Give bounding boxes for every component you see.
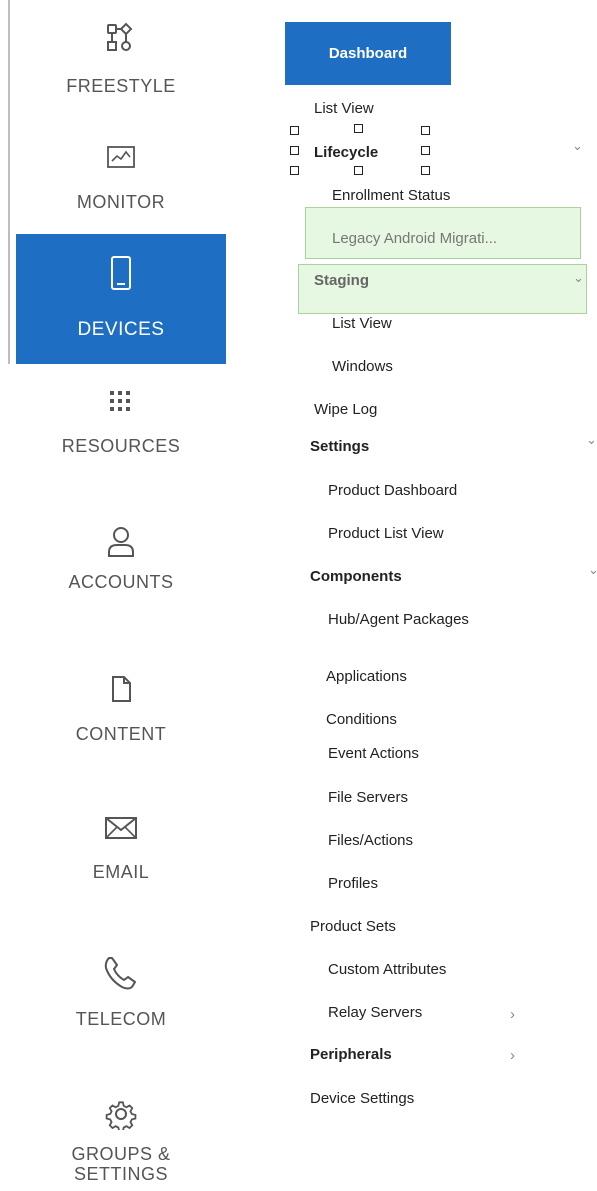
nav-list-view[interactable]: List View — [314, 100, 374, 117]
dashboard-button[interactable]: Dashboard — [285, 22, 451, 85]
chevron-down-icon[interactable]: ⌄ — [586, 432, 597, 448]
nav-files-actions[interactable]: Files/Actions — [328, 832, 413, 849]
nav-file-servers[interactable]: File Servers — [328, 789, 408, 806]
nav-device-settings[interactable]: Device Settings — [310, 1090, 414, 1107]
selection-handle[interactable] — [354, 166, 363, 175]
selection-handle[interactable] — [354, 124, 363, 133]
rail-label-groups-settings-line1: GROUPS & — [71, 1144, 171, 1164]
rail-item-content[interactable]: CONTENT — [16, 674, 226, 754]
nav-staging[interactable]: Staging — [314, 272, 369, 289]
nav-legacy-android-migration[interactable]: Legacy Android Migrati... — [332, 230, 497, 247]
rail-item-devices[interactable]: DEVICES — [16, 234, 226, 364]
resources-icon — [110, 391, 130, 411]
nav-custom-attributes[interactable]: Custom Attributes — [328, 961, 446, 978]
chevron-right-icon[interactable]: › — [510, 1047, 515, 1064]
rail-label-freestyle: FREESTYLE — [66, 76, 176, 96]
monitor-icon — [107, 146, 135, 168]
selection-handle[interactable] — [290, 126, 299, 135]
rail-item-email[interactable]: EMAIL — [16, 814, 226, 894]
selection-handle[interactable] — [421, 126, 430, 135]
rail-label-telecom: TELECOM — [75, 1009, 167, 1029]
nav-peripherals[interactable]: Peripherals — [310, 1046, 392, 1063]
rail-item-groups-settings[interactable]: GROUPS & SETTINGS — [16, 1098, 226, 1190]
nav-relay-servers[interactable]: Relay Servers — [328, 1004, 422, 1021]
accounts-icon — [108, 527, 134, 557]
nav-profiles[interactable]: Profiles — [328, 875, 378, 892]
rail-label-resources: RESOURCES — [61, 436, 181, 456]
freestyle-icon — [107, 22, 133, 51]
nav-lifecycle[interactable]: Lifecycle — [314, 144, 378, 161]
rail-label-monitor: MONITOR — [76, 192, 166, 212]
nav-hub-agent-packages[interactable]: Hub/Agent Packages — [328, 611, 469, 628]
chevron-right-icon[interactable]: › — [510, 1006, 515, 1023]
telecom-icon — [104, 957, 136, 990]
nav-components[interactable]: Components — [310, 568, 402, 585]
rail-label-devices: DEVICES — [77, 319, 165, 340]
rail-label-groups-settings-line2: SETTINGS — [73, 1164, 168, 1184]
email-icon — [105, 817, 137, 839]
gear-icon — [105, 1101, 137, 1130]
selection-handle[interactable] — [290, 146, 299, 155]
nav-conditions[interactable]: Conditions — [326, 711, 397, 728]
rail-label-content: CONTENT — [75, 724, 167, 744]
nav-settings[interactable]: Settings — [310, 438, 369, 455]
chevron-down-icon[interactable]: ⌄ — [572, 138, 583, 154]
rail-item-accounts[interactable]: ACCOUNTS — [16, 525, 226, 605]
rail-label-accounts: ACCOUNTS — [68, 572, 174, 592]
selection-handle[interactable] — [421, 166, 430, 175]
rail-label-email: EMAIL — [92, 862, 150, 882]
devices-icon — [111, 256, 131, 290]
rail-item-telecom[interactable]: TELECOM — [16, 955, 226, 1035]
nav-enrollment-status[interactable]: Enrollment Status — [332, 187, 450, 204]
nav-staging-list-view[interactable]: List View — [332, 315, 392, 332]
nav-event-actions[interactable]: Event Actions — [328, 745, 419, 762]
rail-item-monitor[interactable]: MONITOR — [16, 144, 226, 224]
rail-item-resources[interactable]: RESOURCES — [16, 388, 226, 468]
nav-product-sets[interactable]: Product Sets — [310, 918, 396, 935]
selection-handle[interactable] — [421, 146, 430, 155]
nav-windows[interactable]: Windows — [332, 358, 393, 375]
chevron-down-icon[interactable]: ⌄ — [573, 270, 584, 286]
rail-item-freestyle[interactable]: FREESTYLE — [16, 22, 226, 112]
nav-product-dashboard[interactable]: Product Dashboard — [328, 482, 457, 499]
rail-divider — [8, 0, 10, 364]
nav-wipe-log[interactable]: Wipe Log — [314, 401, 377, 418]
selection-handle[interactable] — [290, 166, 299, 175]
chevron-down-icon[interactable]: ⌄ — [588, 562, 597, 578]
nav-applications[interactable]: Applications — [326, 668, 407, 685]
nav-product-list-view[interactable]: Product List View — [328, 525, 444, 542]
content-icon — [112, 676, 131, 702]
